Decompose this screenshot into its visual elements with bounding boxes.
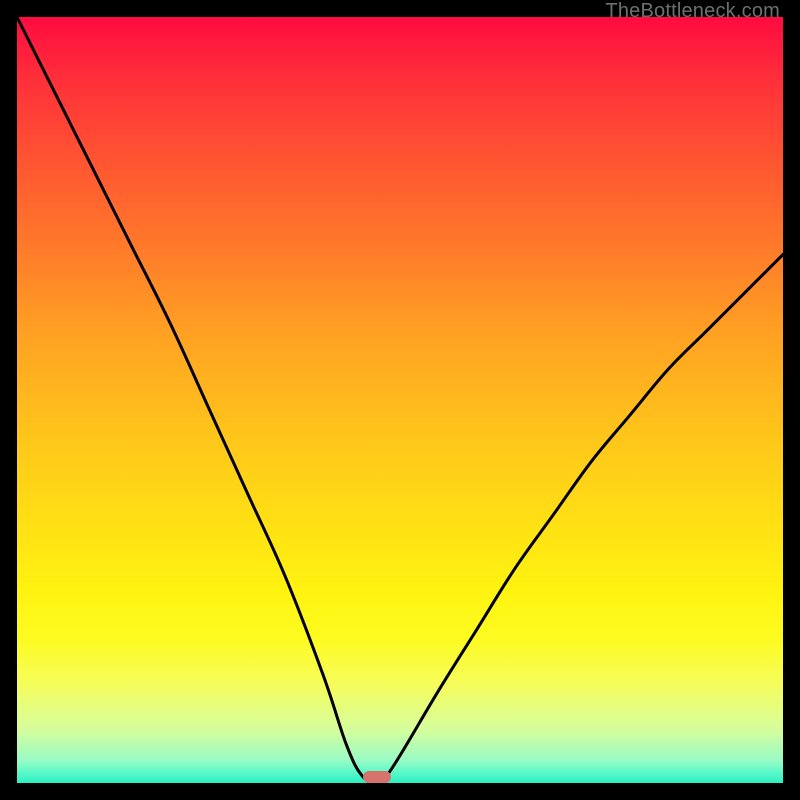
minimum-marker — [363, 771, 391, 783]
chart-container: TheBottleneck.com — [0, 0, 800, 800]
plot-area — [17, 17, 783, 783]
bottleneck-curve — [17, 17, 783, 783]
watermark-text: TheBottleneck.com — [605, 0, 780, 23]
